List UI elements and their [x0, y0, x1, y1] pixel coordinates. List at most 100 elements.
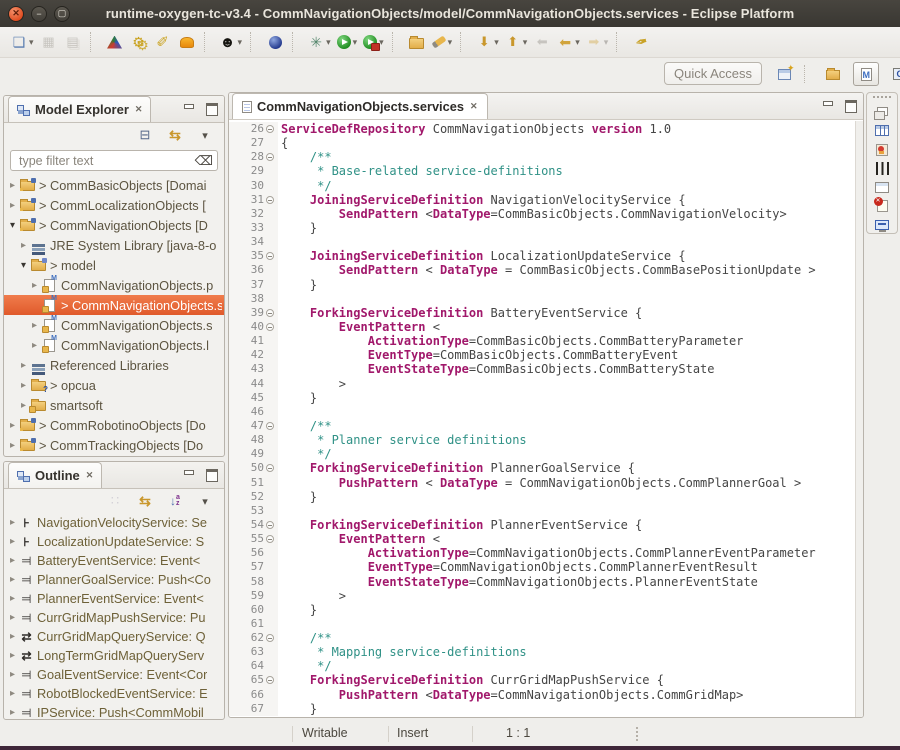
generate-code-gears-button[interactable] [128, 30, 150, 54]
expand-arrow-icon[interactable]: ▸ [7, 688, 18, 699]
link-with-editor-button[interactable] [134, 491, 156, 511]
run-dropdown-icon[interactable]: ▾ [353, 37, 358, 48]
outline-item[interactable]: ▸PlannerEventService: Event< [4, 589, 224, 608]
expand-arrow-icon[interactable]: ▸ [7, 612, 18, 623]
maximize-view-button[interactable] [844, 100, 856, 110]
expand-arrow-icon[interactable]: ▸ [29, 280, 40, 291]
forward-button[interactable]: ▾ [584, 30, 611, 54]
close-icon[interactable]: ✕ [135, 104, 143, 115]
tree-item[interactable]: ▸CommNavigationObjects.p [4, 275, 224, 295]
fold-collapse-icon[interactable] [266, 196, 274, 204]
window-close-button[interactable]: ✕ [8, 6, 24, 22]
robot-button[interactable] [176, 30, 198, 54]
tab-outline[interactable]: Outline ✕ [8, 462, 102, 488]
cpp-perspective-button[interactable] [886, 62, 900, 86]
expand-arrow-icon[interactable]: ▸ [7, 650, 18, 661]
run-external-tools-button[interactable]: ▾ [361, 30, 386, 54]
fold-collapse-icon[interactable] [266, 323, 274, 331]
tree-item[interactable]: ▸CommNavigationObjects.l [4, 335, 224, 355]
next-annotation-button[interactable]: ▾ [474, 30, 501, 54]
previous-annotation-dropdown-icon[interactable]: ▾ [523, 37, 528, 48]
expand-arrow-icon[interactable]: ▸ [7, 180, 18, 191]
expand-arrow-icon[interactable]: ▸ [7, 420, 18, 431]
debug-dropdown-icon[interactable]: ▾ [326, 37, 331, 48]
expand-arrow-icon[interactable]: ▸ [18, 380, 29, 391]
window-minimize-button[interactable]: − [31, 6, 47, 22]
modeling-perspective-button[interactable] [853, 62, 879, 86]
drag-handle[interactable] [873, 96, 891, 100]
tree-item[interactable]: ▸> CommBasicObjects [Domai [4, 175, 224, 195]
resource-perspective-button[interactable] [820, 62, 846, 86]
web-globe-button[interactable] [264, 30, 286, 54]
outline-item[interactable]: ▸GoalEventService: Event<Cor [4, 665, 224, 684]
fold-collapse-icon[interactable] [266, 676, 274, 684]
clean-broom-button[interactable] [152, 30, 174, 54]
filter-input[interactable] [17, 153, 195, 169]
overview-ruler[interactable] [855, 121, 863, 717]
expand-arrow-icon[interactable]: ▸ [7, 200, 18, 211]
tree-item[interactable]: ▾> model [4, 255, 224, 275]
tree-item[interactable]: ▸> opcua [4, 375, 224, 395]
expand-arrow-icon[interactable]: ▸ [29, 320, 40, 331]
tree-item[interactable]: ▸smartsoft [4, 395, 224, 415]
open-perspective-button[interactable] [771, 62, 797, 86]
close-icon[interactable]: ✕ [470, 101, 478, 112]
new-wizard-dropdown-icon[interactable]: ▾ [29, 37, 34, 48]
forward-dropdown-icon[interactable]: ▾ [604, 37, 609, 48]
expand-arrow-icon[interactable]: ▸ [7, 440, 18, 451]
code-editor[interactable]: 26ServiceDefRepository CommNavigationObj… [229, 121, 855, 717]
focus-button[interactable] [104, 491, 126, 511]
outline-item[interactable]: ▸CurrGridMapQueryService: Q [4, 627, 224, 646]
view-menu-button[interactable] [194, 491, 216, 511]
save-all-button[interactable] [62, 30, 84, 54]
tree-item[interactable]: ▸> CommLocalizationObjects [ [4, 195, 224, 215]
outline-item[interactable]: ▸LocalizationUpdateService: S [4, 532, 224, 551]
close-icon[interactable]: ✕ [86, 470, 94, 481]
back-dropdown-icon[interactable]: ▾ [575, 37, 580, 48]
minimize-view-button[interactable] [182, 103, 194, 113]
tab-model-explorer[interactable]: Model Explorer ✕ [8, 96, 151, 122]
search-torch-button[interactable]: ▾ [430, 30, 455, 54]
tree-item[interactable]: > CommNavigationObjects.se [4, 295, 224, 315]
smartmdsd-prism-button[interactable] [104, 30, 126, 54]
outline-item[interactable]: ▸RobotBlockedEventService: E [4, 684, 224, 703]
expand-arrow-icon[interactable]: ▸ [7, 555, 18, 566]
expand-arrow-icon[interactable]: ▸ [7, 517, 18, 528]
tree-item[interactable]: ▸Referenced Libraries [4, 355, 224, 375]
fold-collapse-icon[interactable] [266, 464, 274, 472]
expand-arrow-icon[interactable]: ▸ [7, 669, 18, 680]
minimize-view-button[interactable] [821, 100, 833, 110]
last-edit-location-button[interactable] [531, 30, 553, 54]
restore-windows-button[interactable] [871, 104, 893, 120]
outline-item[interactable]: ▸CurrGridMapPushService: Pu [4, 608, 224, 627]
search-torch-dropdown-icon[interactable]: ▾ [448, 37, 453, 48]
debug-button[interactable]: ▾ [306, 30, 333, 54]
outline-item[interactable]: ▸IPService: Push<CommMobil [4, 703, 224, 718]
user-profile-button[interactable]: ▾ [218, 30, 245, 54]
previous-annotation-button[interactable]: ▾ [503, 30, 530, 54]
tree-item[interactable]: ▸> CommRobotinoObjects [Do [4, 415, 224, 435]
save-button[interactable] [38, 30, 60, 54]
new-wizard-button[interactable]: ▾ [9, 30, 36, 54]
tree-item[interactable]: ▾> CommNavigationObjects [D [4, 215, 224, 235]
tree-item[interactable]: ▸JRE System Library [java-8-o [4, 235, 224, 255]
sliders-view-button[interactable] [871, 161, 893, 177]
tab-editor-services-file[interactable]: CommNavigationObjects.services ✕ [232, 93, 488, 119]
fold-collapse-icon[interactable] [266, 535, 274, 543]
view-menu-button[interactable] [194, 125, 216, 145]
expand-arrow-icon[interactable]: ▸ [7, 593, 18, 604]
link-with-editor-button[interactable] [164, 125, 186, 145]
window-view-button[interactable] [871, 179, 893, 195]
next-annotation-dropdown-icon[interactable]: ▾ [494, 37, 499, 48]
table-view-button[interactable] [871, 123, 893, 139]
mark-occurrences-button[interactable] [630, 30, 652, 54]
open-folder-button[interactable] [406, 30, 428, 54]
fold-collapse-icon[interactable] [266, 252, 274, 260]
back-button[interactable]: ▾ [555, 30, 582, 54]
user-profile-dropdown-icon[interactable]: ▾ [238, 37, 243, 48]
fold-collapse-icon[interactable] [266, 125, 274, 133]
expand-arrow-icon[interactable]: ▸ [7, 574, 18, 585]
console-view-button[interactable] [871, 217, 893, 233]
outline-item[interactable]: ▸BatteryEventService: Event< [4, 551, 224, 570]
expand-arrow-icon[interactable]: ▸ [18, 240, 29, 251]
